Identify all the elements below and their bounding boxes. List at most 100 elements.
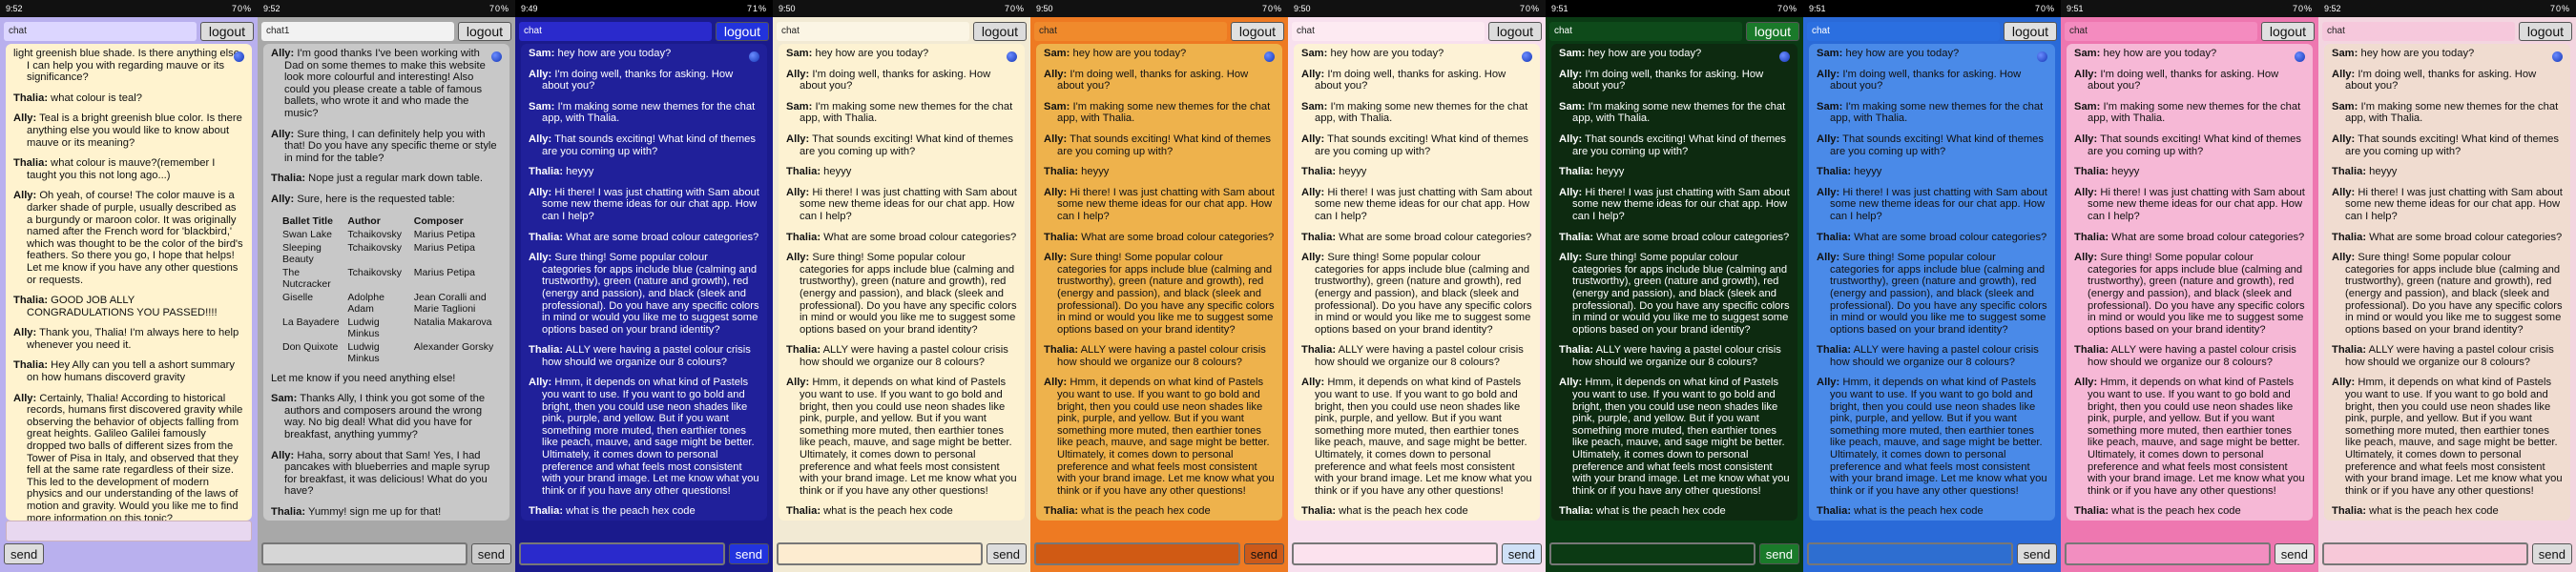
message-text: Certainly, Thalia! According to historic… (27, 392, 243, 521)
logout-button[interactable]: logout (1745, 22, 1799, 41)
message-sender: Sam: (1044, 100, 1070, 112)
chat-log[interactable]: Sam: hey how are you today? Ally: I'm doi… (779, 44, 1025, 521)
message-text: I'm good thanks I've been working with D… (284, 48, 486, 119)
message-sender: Thalia: (2332, 344, 2367, 357)
logout-button[interactable]: logout (2260, 22, 2315, 41)
message-text: Sure thing! Some popular colour categori… (1572, 252, 1790, 336)
message-text: heyyy (1596, 166, 1625, 178)
chat-message: Ally: Sure, here is the requested table: (271, 194, 502, 206)
message-input[interactable] (1549, 542, 1755, 565)
table-cell: Giselle (282, 291, 314, 303)
send-button[interactable]: send (986, 543, 1027, 564)
table-row: Giselle Adolphe Adam Jean Coralli and Mari… (280, 291, 502, 316)
chat-title-field[interactable]: chat (777, 22, 969, 41)
logout-button[interactable]: logout (2518, 22, 2572, 41)
message-input[interactable] (2065, 542, 2271, 565)
message-input[interactable] (777, 542, 983, 565)
message-sender: Thalia: (1817, 231, 1852, 243)
logout-button[interactable]: logout (199, 22, 254, 41)
composer: send (1034, 541, 1284, 566)
chat-title-field[interactable]: chat (1549, 22, 1742, 41)
message-text: What are some broad colour categories? (566, 231, 759, 243)
chat-message: Ally: Certainly, Thalia! According to hi… (13, 393, 244, 521)
message-sender: Ally: (2332, 377, 2356, 389)
logout-button[interactable]: logout (1487, 22, 1542, 41)
chat-title-field[interactable]: chat1 (261, 22, 454, 41)
chat-message: Sam: hey how are you today? (1301, 48, 1532, 60)
send-button[interactable]: send (1501, 543, 1542, 564)
message-text: I'm doing well, thanks for asking. How a… (1057, 68, 1249, 92)
message-input[interactable] (519, 542, 725, 565)
send-button[interactable]: send (470, 543, 511, 564)
message-text: What are some broad colour categories? (1081, 231, 1275, 243)
chat-log[interactable]: Sam: hey how are you today? Ally: I'm doi… (1294, 44, 1540, 521)
chat-message: Thalia: what is the peach hex code (1301, 505, 1532, 518)
send-button[interactable]: send (2531, 543, 2572, 564)
logout-button[interactable]: logout (1230, 22, 1284, 41)
chat-title-field[interactable]: chat (1807, 22, 2000, 41)
chat-message: Sam: hey how are you today? (1044, 48, 1275, 60)
logout-button[interactable]: logout (972, 22, 1027, 41)
send-button[interactable]: send (2274, 543, 2315, 564)
chat-log[interactable]: Sam: hey how are you today? Ally: I'm doi… (521, 44, 767, 521)
chat-message: Thalia: Nope just a regular mark down ta… (271, 173, 502, 185)
chat-title-field[interactable]: chat (519, 22, 712, 41)
chat-log[interactable]: Sam: hey how are you today? Ally: I'm doi… (2324, 44, 2570, 521)
status-dot-icon (749, 51, 759, 62)
message-input[interactable] (1292, 542, 1498, 565)
chat-message: Thalia: What are some broad colour categ… (1301, 232, 1532, 244)
chat-message: Ally: I'm doing well, thanks for asking.… (2332, 69, 2563, 92)
message-sender: Ally: (1559, 377, 1583, 389)
logout-button[interactable]: logout (715, 22, 769, 41)
chat-log[interactable]: Sam: hey how are you today? Ally: I'm doi… (1551, 44, 1797, 521)
message-input[interactable] (2322, 542, 2528, 565)
message-text: GOOD JOB ALLY CONGRADULATIONS YOU PASSED… (27, 295, 218, 318)
message-text: I'm doing well, thanks for asking. How a… (2345, 68, 2537, 92)
chat-message: Thalia: what is the peach hex code (2074, 505, 2305, 518)
chat-log[interactable]: light greenish blue shade. Is there anyt… (6, 44, 252, 521)
send-button[interactable]: send (1758, 543, 1799, 564)
message-text: That sounds exciting! What kind of theme… (542, 133, 756, 157)
message-sender: Thalia: (1817, 166, 1852, 178)
logout-button[interactable]: logout (457, 22, 511, 41)
table-header: Composer (413, 214, 464, 227)
chat-header: chat logout (2065, 21, 2315, 42)
message-text: I'm making some new themes for the chat … (1057, 100, 1271, 125)
message-input[interactable] (1034, 542, 1240, 565)
table-cell: Marius Petipa (413, 228, 475, 240)
chat-log[interactable]: Ally: I'm good thanks I've been working … (263, 44, 509, 521)
chat-title-field[interactable]: chat (4, 22, 197, 41)
send-button[interactable]: send (728, 543, 769, 564)
message-sender: Ally: (1301, 186, 1325, 198)
message-text: Sure thing! Some popular colour categori… (2088, 252, 2305, 336)
chat-message: Ally: Hmm, it depends on what kind of Pa… (1559, 377, 1790, 497)
chat-log[interactable]: Sam: hey how are you today? Ally: I'm doi… (1809, 44, 2055, 521)
message-text: Sure thing! Some popular colour categori… (1830, 252, 2047, 336)
chat-title-field[interactable]: chat (2322, 22, 2515, 41)
chat-message: Ally: I'm doing well, thanks for asking.… (1559, 69, 1790, 92)
chat-message: Ally: Haha, sorry about that Sam! Yes, I… (271, 450, 502, 498)
message-draft-box[interactable] (6, 521, 252, 541)
send-button[interactable]: send (2016, 543, 2057, 564)
chat-title-field[interactable]: chat (1034, 22, 1227, 41)
chat-title-field[interactable]: chat (1292, 22, 1485, 41)
message-text: Hi there! I was just chatting with Sam a… (1572, 186, 1790, 222)
message-input[interactable] (1807, 542, 2013, 565)
chat-log[interactable]: Sam: hey how are you today? Ally: I'm doi… (1036, 44, 1282, 521)
message-sender: Ally: (271, 128, 295, 140)
message-sender: Thalia: (271, 173, 306, 185)
message-sender: Thalia: (2074, 505, 2109, 518)
message-sender: Thalia: (529, 231, 564, 243)
chat-message: Thalia: heyyy (2332, 166, 2563, 178)
send-button[interactable]: send (4, 543, 45, 564)
message-sender: Ally: (2332, 68, 2356, 80)
status-dot-icon (2295, 51, 2305, 62)
message-input[interactable] (261, 542, 467, 565)
chat-log[interactable]: Sam: hey how are you today? Ally: I'm doi… (2067, 44, 2313, 521)
chat-title-field[interactable]: chat (2065, 22, 2257, 41)
send-button[interactable]: send (1243, 543, 1284, 564)
message-text: I'm doing well, thanks for asking. How a… (542, 68, 734, 92)
chat-message: Ally: Oh yeah, of course! The color mauv… (13, 190, 244, 286)
logout-button[interactable]: logout (2003, 22, 2057, 41)
chat-message: Ally: Hi there! I was just chatting with… (1817, 187, 2047, 223)
